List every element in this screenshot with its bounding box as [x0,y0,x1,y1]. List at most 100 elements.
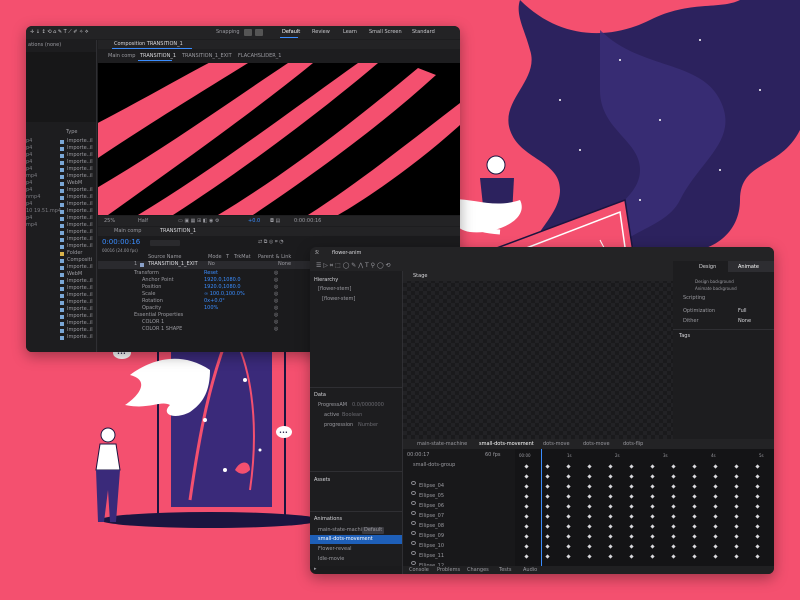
project-file-row[interactable]: Importe..il [26,285,96,292]
keyframe-diamond[interactable] [755,494,760,499]
keyframe-diamond[interactable] [524,464,529,469]
keyframe-diamond[interactable] [671,514,676,519]
keyframe-diamond[interactable] [650,534,655,539]
keyframe-diamond[interactable] [734,474,739,479]
layer-name[interactable]: TRANSITION_1_EXIT [148,261,198,268]
keyframe-diamond[interactable] [587,524,592,529]
keyframe-diamond[interactable] [566,514,571,519]
property-value[interactable]: Reset [204,270,218,277]
keyframe-diamond[interactable] [713,524,718,529]
keyframe-diamond[interactable] [566,554,571,559]
keyframe-diamond[interactable] [650,504,655,509]
keyframe-diamond[interactable] [545,554,550,559]
keyframe-diamond[interactable] [671,544,676,549]
keyframe-diamond[interactable] [734,514,739,519]
keyframe-diamond[interactable] [629,534,634,539]
workspace-standard[interactable]: Standard [412,29,435,35]
keyframe-diamond[interactable] [650,484,655,489]
animation-item-state-machine[interactable]: main-state-machine [318,527,368,534]
keyframe-diamond[interactable] [734,544,739,549]
keyframe-diamond[interactable] [650,514,655,519]
keyframe-diamond[interactable] [692,534,697,539]
keyframe-diamond[interactable] [566,524,571,529]
keyframe-diamond[interactable] [671,534,676,539]
tl-tab-state-machine[interactable]: main-state-machine [417,441,467,447]
pickwhip-icon[interactable]: ◎ [274,319,278,326]
rive-layer-row[interactable]: Ellipse_09 [411,522,513,539]
project-file-row[interactable]: Importe..il [26,320,96,327]
keyframe-diamond[interactable] [713,494,718,499]
hierarchy-item-2[interactable]: [flower-stem] [322,296,355,303]
keyframe-diamond[interactable] [650,554,655,559]
pickwhip-icon[interactable]: ◎ [274,312,278,319]
timeline-tools[interactable]: ⇄ ⧉ ◎ ⌗ ◔ [258,239,284,246]
tl-tab-small-dots[interactable]: small-dots-movement [479,441,534,447]
keyframe-diamond[interactable] [608,464,613,469]
keyframe-diamond[interactable] [608,534,613,539]
rive-layer-row[interactable]: Ellipse_12 [411,552,513,569]
keyframe-diamond[interactable] [608,504,613,509]
property-value[interactable]: 1920.0,1080.0 [204,277,241,284]
property-name[interactable]: Position [142,284,161,291]
project-file-row[interactable]: p4 Importe..il [26,201,96,208]
keyframe-diamond[interactable] [524,534,529,539]
viewer-icons[interactable]: ▭ ▣ ▦ ⊞ ◧ ◉ ⚙ [178,218,219,225]
rive-layer-row[interactable]: Ellipse_05 [411,482,513,499]
keyframe-diamond[interactable] [545,474,550,479]
rive-group[interactable]: small-dots-group [413,462,455,469]
pickwhip-icon[interactable]: ◎ [274,277,278,284]
timeline-search[interactable] [150,240,180,246]
property-value[interactable]: 100% [204,305,218,312]
keyframe-diamond[interactable] [713,544,718,549]
rive-layer-row[interactable]: Ellipse_07 [411,502,513,519]
project-file-row[interactable]: p4 Importe..il [26,159,96,166]
rive-layer-row[interactable]: Ellipse_11 [411,542,513,559]
project-file-row[interactable]: p4 Importe..il [26,166,96,173]
project-file-row[interactable]: Importe..il [26,278,96,285]
keyframe-diamond[interactable] [671,464,676,469]
composition-canvas[interactable] [98,63,460,215]
project-file-row[interactable]: Importe..il [26,292,96,299]
keyframe-diamond[interactable] [524,524,529,529]
row-dither-value[interactable]: None [738,318,751,325]
keyframe-diamond[interactable] [629,514,634,519]
rive-layer-row[interactable]: Ellipse_06 [411,492,513,509]
project-file-row[interactable]: Importe..il [26,243,96,250]
project-file-row[interactable]: WebM [26,271,96,278]
keyframe-diamond[interactable] [608,514,613,519]
keyframe-diamond[interactable] [650,544,655,549]
camera-icon[interactable]: ◘ ▤ [270,218,280,225]
pickwhip-icon[interactable]: ◎ [274,326,278,333]
project-file-row[interactable]: Folder [26,250,96,257]
keyframe-diamond[interactable] [524,544,529,549]
keyframe-diamond[interactable] [629,474,634,479]
keyframe-diamond[interactable] [545,504,550,509]
animation-item-small-dots[interactable]: small-dots-movement [318,536,373,543]
keyframe-diamond[interactable] [545,464,550,469]
keyframe-diamond[interactable] [608,524,613,529]
keyframe-diamond[interactable] [566,544,571,549]
data-item-progress[interactable]: ProgressAM [318,402,347,409]
project-file-row[interactable]: Importe..il [26,236,96,243]
keyframe-diamond[interactable] [692,524,697,529]
status-console[interactable]: Console [409,567,429,574]
keyframe-diamond[interactable] [713,484,718,489]
inspector-tab-design[interactable]: Design [699,264,716,271]
rive-tool-icons[interactable]: ☰ ▷ ⌗ ⬚ ◯ ✎ ⋀ T ⚲ ◯ ⟲ [316,262,391,269]
project-file-row[interactable]: Importe..il [26,306,96,313]
property-name[interactable]: Rotation [142,298,163,305]
keyframe-diamond[interactable] [713,474,718,479]
keyframe-diamond[interactable] [566,494,571,499]
project-file-row[interactable]: mp4 Importe..il [26,222,96,229]
workspace-learn[interactable]: Learn [343,29,357,35]
keyframe-diamond[interactable] [587,554,592,559]
layer-row[interactable]: 1 TRANSITION_1_EXIT No None [98,261,316,269]
keyframe-diamond[interactable] [755,544,760,549]
keyframe-diamond[interactable] [650,464,655,469]
timeline-tab-transition[interactable]: TRANSITION_1 [160,228,196,235]
keyframe-diamond[interactable] [713,534,718,539]
file-name[interactable]: flower-anim [332,250,361,257]
keyframe-diamond[interactable] [734,554,739,559]
keyframe-diamond[interactable] [587,474,592,479]
keyframe-diamond[interactable] [545,534,550,539]
